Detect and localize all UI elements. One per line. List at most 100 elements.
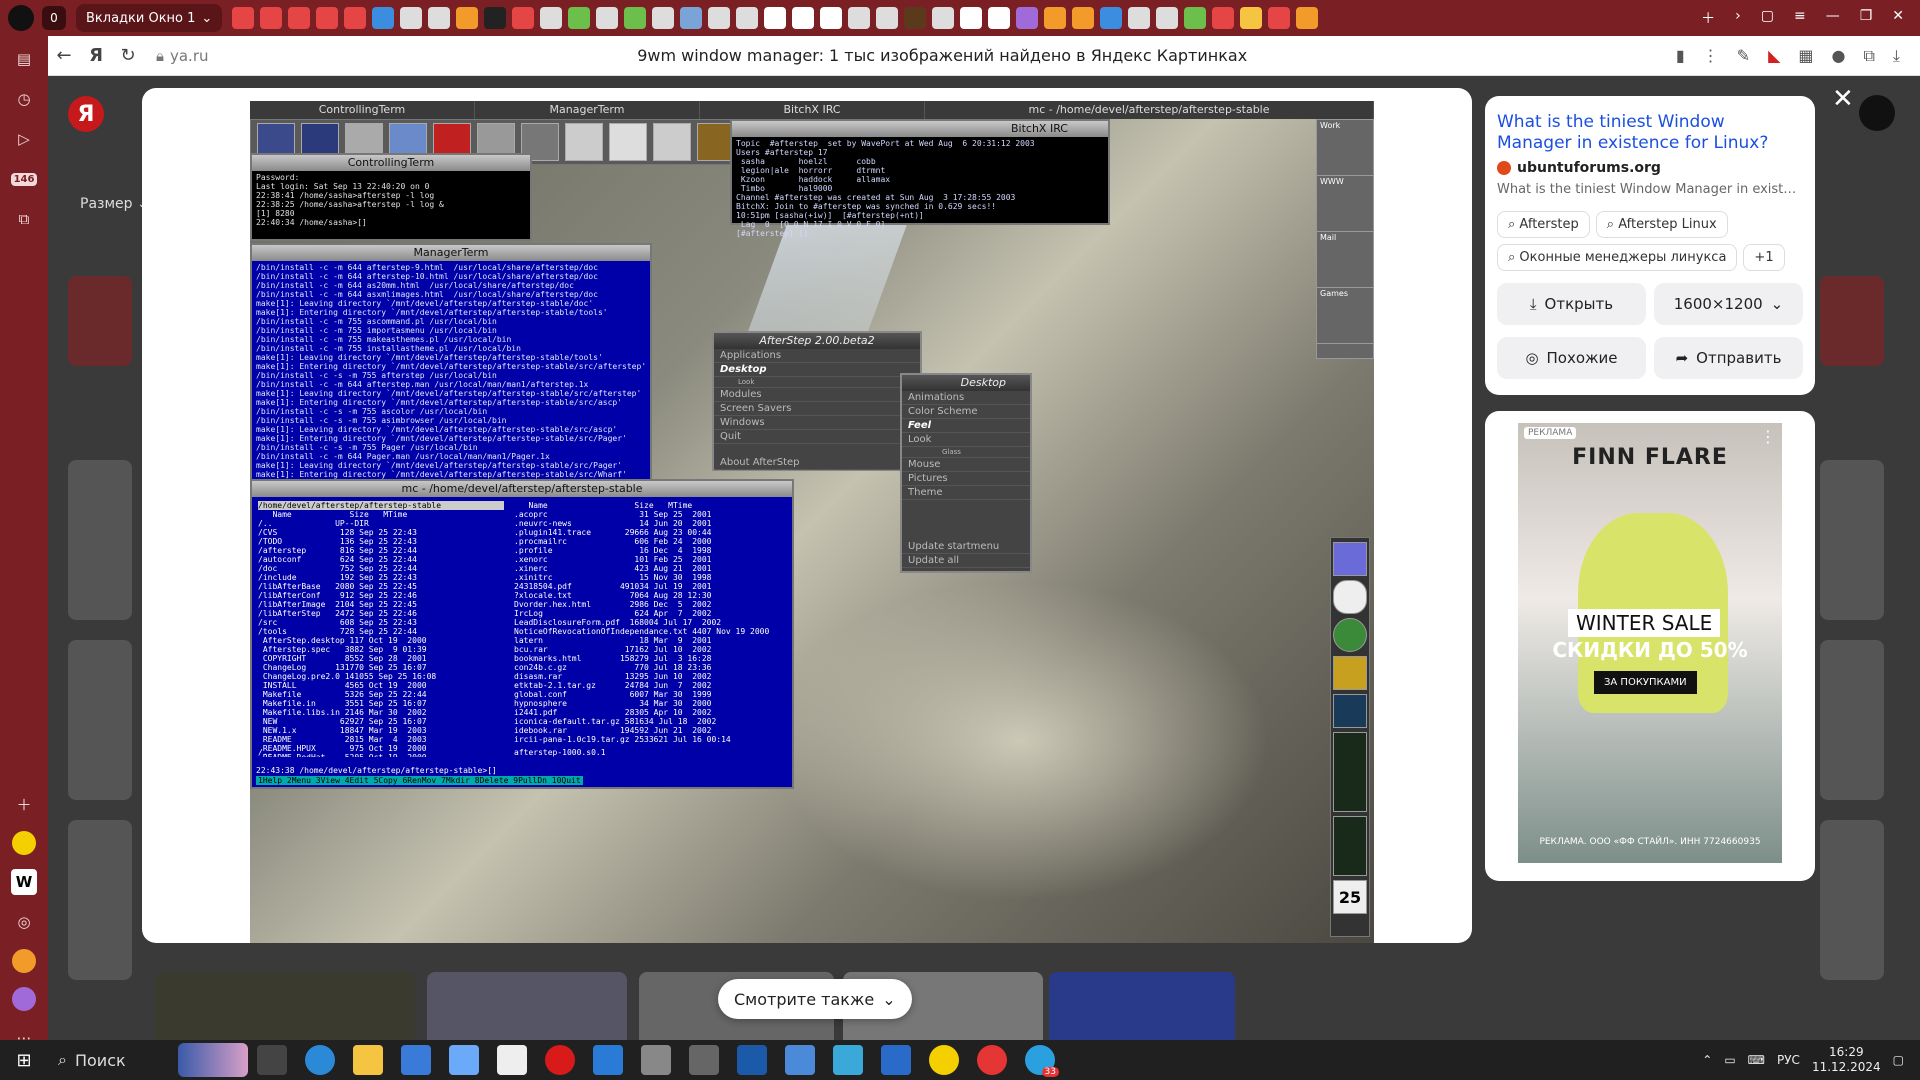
tab-favicon[interactable] [876, 7, 899, 29]
extension-icon[interactable]: ◎ [11, 909, 37, 935]
ad-cta-button[interactable]: ЗА ПОКУПКАМИ [1594, 671, 1697, 694]
app-icon[interactable] [449, 1045, 479, 1075]
file-explorer-icon[interactable] [353, 1045, 383, 1075]
tab-scroll-right-icon[interactable]: › [1735, 8, 1741, 28]
ad-banner[interactable]: РЕКЛАМА ⋮ FINN FLARE WINTER SALE СКИДКИ … [1518, 423, 1782, 863]
menu-icon[interactable]: ≡ [1794, 8, 1806, 28]
app-icon[interactable] [737, 1045, 767, 1075]
tab-favicon[interactable] [1016, 7, 1039, 29]
tab-favicon[interactable] [792, 7, 815, 29]
mail-badge-icon[interactable]: 146 [10, 166, 38, 192]
telegram-icon[interactable]: 33 [1025, 1045, 1059, 1077]
bookmark-panel-icon[interactable]: ▢ [1761, 8, 1774, 28]
tab-favicon[interactable] [512, 7, 535, 29]
tab-favicon[interactable] [1268, 7, 1291, 29]
more-vertical-icon[interactable]: ⋮ [1703, 46, 1719, 66]
tray-network-icon[interactable]: ▭ [1724, 1053, 1735, 1067]
tab-counter-badge[interactable]: 0 [42, 6, 66, 30]
alice-icon[interactable] [12, 831, 36, 855]
tab-favicon[interactable] [484, 7, 507, 29]
tab-favicon[interactable] [1156, 7, 1179, 29]
tab-favicon[interactable] [456, 7, 479, 29]
tab-favicon[interactable] [1072, 7, 1095, 29]
tab-favicon[interactable] [960, 7, 983, 29]
app-icon[interactable] [12, 949, 36, 973]
messenger-icon[interactable] [12, 987, 36, 1011]
notepad-icon[interactable] [497, 1045, 527, 1075]
tab-favicon[interactable] [1044, 7, 1067, 29]
tab-favicon[interactable] [288, 7, 311, 29]
tab-favicon[interactable] [764, 7, 787, 29]
result-title-link[interactable]: What is the tiniest Window Manager in ex… [1497, 112, 1803, 154]
extension-icon[interactable]: ▦ [1798, 46, 1813, 66]
tab-favicon[interactable] [1184, 7, 1207, 29]
size-select[interactable]: 1600×1200 ⌄ [1654, 283, 1803, 325]
tab-favicon[interactable] [988, 7, 1011, 29]
tab-favicon[interactable] [1296, 7, 1319, 29]
app-icon[interactable] [785, 1045, 815, 1075]
download-icon[interactable]: ⤓ [1893, 46, 1900, 66]
pdf-extension-icon[interactable]: ◣ [1768, 46, 1780, 66]
minimize-icon[interactable]: — [1826, 8, 1840, 28]
more-tags-chip[interactable]: +1 [1743, 244, 1785, 271]
tab-favicon[interactable] [652, 7, 675, 29]
opera-icon[interactable] [545, 1045, 575, 1075]
settings-gear-icon[interactable] [689, 1045, 719, 1075]
url-field[interactable]: 🔒︎ ya.ru [156, 47, 209, 65]
see-also-button[interactable]: Смотрите также ⌄ [718, 979, 912, 1019]
restore-icon[interactable]: ❐ [1860, 8, 1873, 28]
new-tab-icon[interactable]: ＋ [1701, 8, 1715, 28]
tab-favicon[interactable] [680, 7, 703, 29]
reload-icon[interactable]: ↻ [112, 40, 144, 72]
tag-chip[interactable]: ⌕ Afterstep [1497, 211, 1590, 238]
tag-chip[interactable]: ⌕ Оконные менеджеры линукса [1497, 244, 1738, 271]
size-filter[interactable]: Размер ⌄ [80, 196, 149, 212]
browser-profile-icon[interactable] [8, 5, 34, 31]
screenshot-icon[interactable]: ⧉ [11, 206, 37, 232]
tag-chip[interactable]: ⌕ Afterstep Linux [1595, 211, 1728, 238]
bookmark-icon[interactable]: ▮ [1676, 46, 1685, 66]
edge-icon[interactable] [305, 1045, 335, 1075]
share-button[interactable]: ➦ Отправить [1654, 337, 1803, 379]
app-icon[interactable] [641, 1045, 671, 1075]
task-view-icon[interactable] [257, 1045, 287, 1075]
tray-chevron-up-icon[interactable]: ⌃ [1702, 1053, 1712, 1067]
video-icon[interactable]: ▷ [11, 126, 37, 152]
tab-favicon[interactable] [708, 7, 731, 29]
tab-favicon[interactable] [372, 7, 395, 29]
tab-favicon[interactable] [428, 7, 451, 29]
close-window-icon[interactable]: ✕ [1892, 8, 1904, 28]
taskbar-search[interactable]: ⌕ Поиск [48, 1040, 248, 1080]
tab-favicon[interactable] [232, 7, 255, 29]
alice-icon[interactable] [929, 1045, 959, 1075]
defender-icon[interactable] [881, 1045, 911, 1075]
store-icon[interactable] [401, 1045, 431, 1075]
tab-favicon[interactable] [400, 7, 423, 29]
tab-favicon[interactable] [820, 7, 843, 29]
language-indicator[interactable]: РУС [1777, 1053, 1800, 1067]
yandex-home-icon[interactable]: Я [80, 40, 112, 72]
extensions-puzzle-icon[interactable]: ⧉ [1863, 46, 1874, 66]
viewed-image[interactable]: ControllingTerm ManagerTerm BitchX IRC m… [250, 101, 1374, 943]
tab-active[interactable]: Вкладки Окно 1 ⌄ [76, 4, 223, 32]
tab-favicon[interactable] [624, 7, 647, 29]
add-icon[interactable]: ＋ [11, 791, 37, 817]
collections-icon[interactable]: ▤ [11, 46, 37, 72]
tab-favicon[interactable] [1212, 7, 1235, 29]
back-arrow-icon[interactable]: ← [48, 40, 80, 72]
pen-icon[interactable]: ✎ [1737, 46, 1750, 66]
tab-favicon[interactable] [596, 7, 619, 29]
tab-favicon[interactable] [540, 7, 563, 29]
tab-favicon[interactable] [904, 7, 927, 29]
history-icon[interactable]: ◷ [11, 86, 37, 112]
wikipedia-icon[interactable]: W [11, 869, 37, 895]
notification-icon[interactable]: ▢ [1893, 1053, 1904, 1067]
keyboard-icon[interactable]: ⌨ [1748, 1053, 1765, 1067]
clock[interactable]: 16:29 11.12.2024 [1812, 1045, 1881, 1075]
mail-icon[interactable] [593, 1045, 623, 1075]
tab-favicon[interactable] [568, 7, 591, 29]
windows-start-icon[interactable]: ⊞ [0, 1050, 48, 1071]
avatar[interactable] [1859, 95, 1895, 131]
tab-favicon[interactable] [1100, 7, 1123, 29]
source-link[interactable]: ubuntuforums.org [1497, 160, 1803, 176]
